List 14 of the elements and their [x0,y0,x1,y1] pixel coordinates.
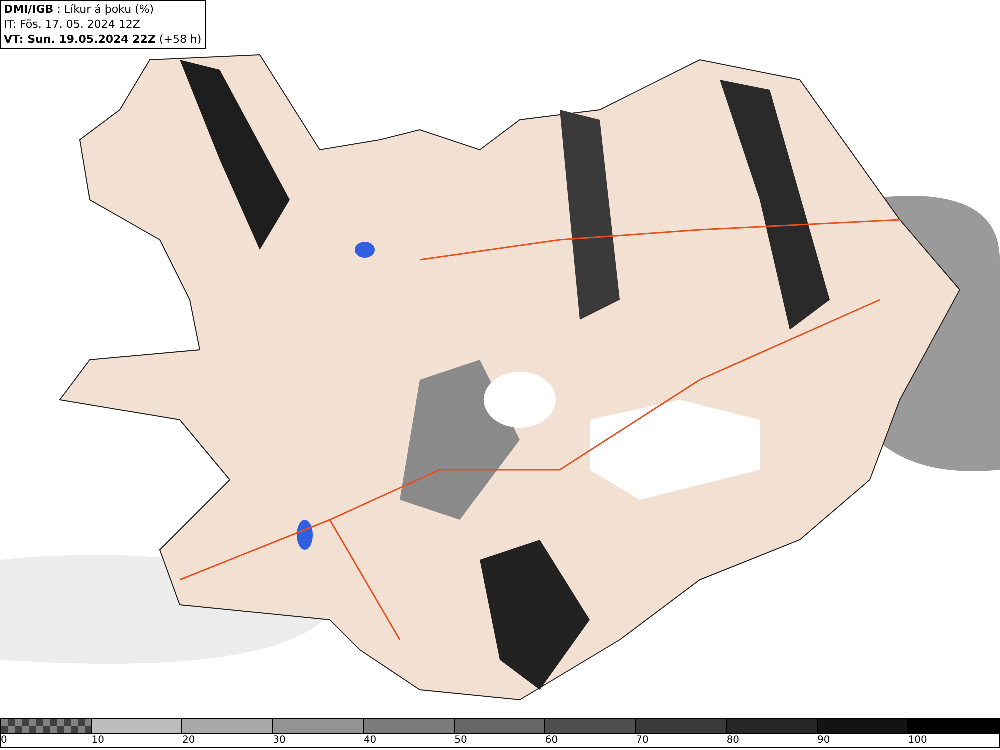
legend-label: 40 [364,734,377,748]
legend-label: 60 [545,734,558,748]
title-line: IT: Fös. 17. 05. 2024 12Z [4,17,142,32]
title-line: VT: Sun. 19.05.2024 22Z (+58 h) [4,32,202,47]
legend-label: 20 [182,734,196,748]
legend-label: 0 [1,734,8,748]
legend-label: 90 [818,734,830,748]
legend-label: 80 [726,734,740,748]
legend-label: 70 [636,734,649,748]
legend-label: 30 [273,734,286,748]
legend-label: 50 [454,734,468,748]
legend-label: 100 [908,734,928,748]
title-line: DMI/IGB : Líkur á þoku (%) [4,2,156,17]
legend-label: 10 [92,734,104,748]
